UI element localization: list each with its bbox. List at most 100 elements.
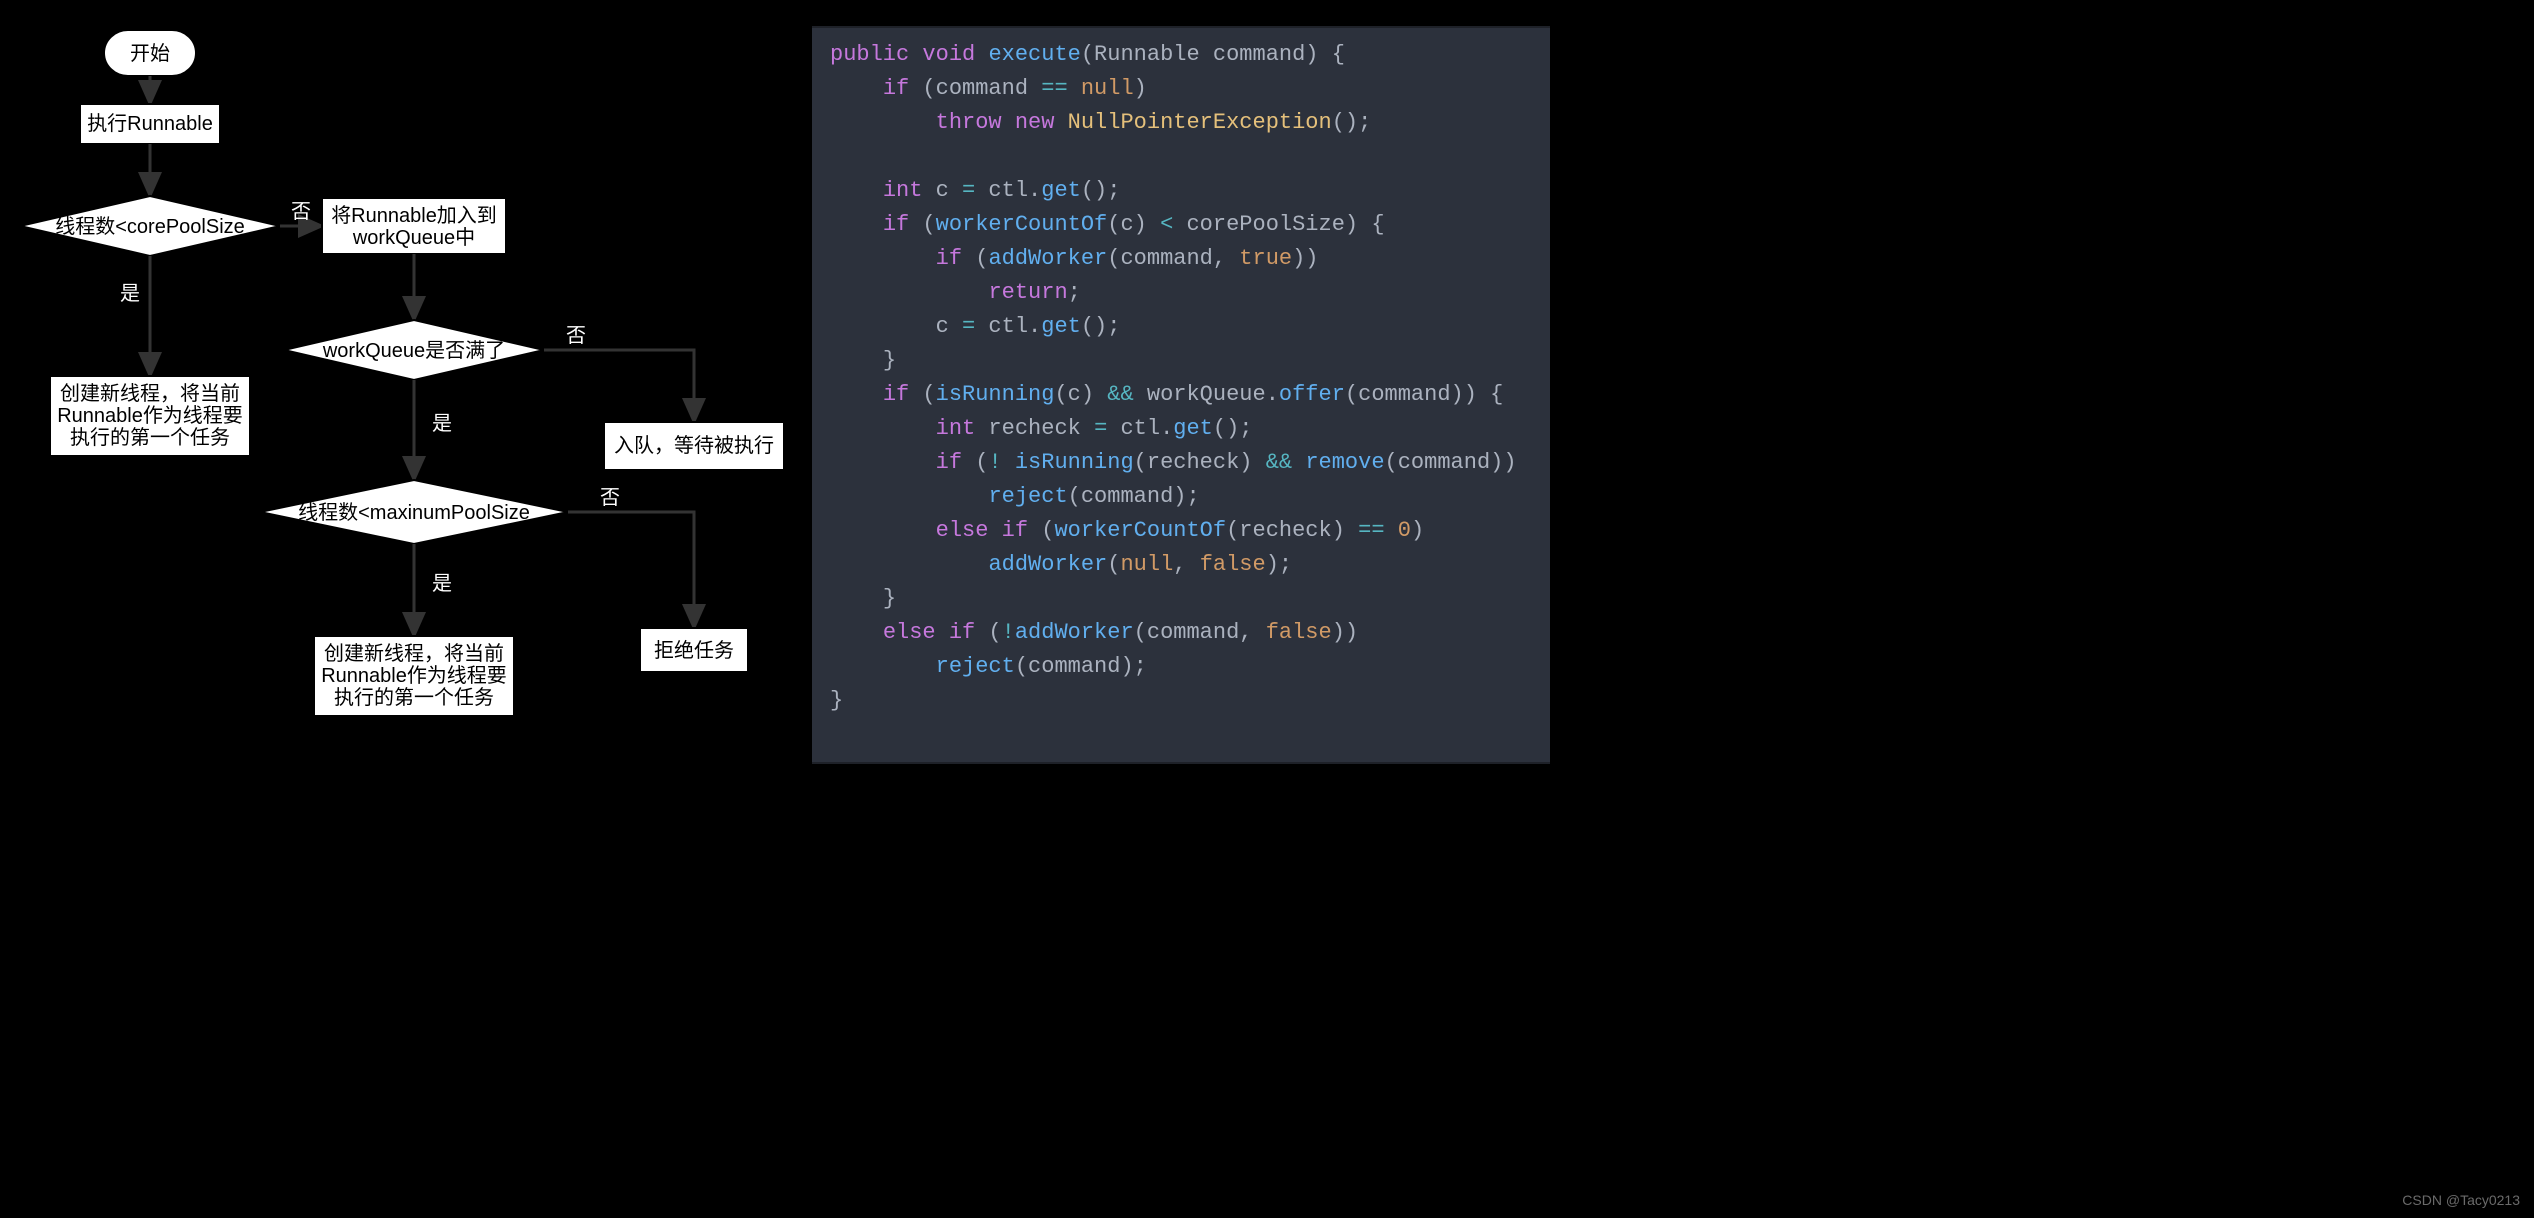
t19b: (command); [1015,654,1147,679]
fn-reject-2: reject [936,654,1015,679]
t13d [1002,450,1015,475]
brace-2: } [883,586,896,611]
fn-wco-2: workerCountOf [1054,518,1226,543]
t13j: (command)) [1385,450,1517,475]
cls-npe: NullPointerException [1068,110,1332,135]
op-and-1: && [1107,382,1133,407]
op-eq-2: == [1358,518,1384,543]
kw-new: new [1015,110,1055,135]
t13h [1292,450,1305,475]
d1-yes: 是 [120,283,140,305]
node-decision-corepool: 线程数<corePoolSize [20,196,280,256]
op-asg-1: = [962,178,975,203]
fn-remove: remove [1305,450,1384,475]
brace-1: } [883,348,896,373]
d1-label: 线程数<corePoolSize [55,215,245,238]
brace-end: } [830,688,843,713]
p2l2: Runnable作为线程要 [321,664,507,687]
t3d: (); [1332,110,1372,135]
t14b: (command); [1068,484,1200,509]
false-1: false [1200,552,1266,577]
kw-elseif-2: else if [883,620,975,645]
t11h: (command)) { [1345,382,1503,407]
enq1: 将Runnable加入到 [331,204,497,227]
t15b: ( [1028,518,1054,543]
d3-yes: 是 [432,573,452,595]
fn-get-3: get [1173,416,1213,441]
t9e: (); [1081,314,1121,339]
node-enqueue: 将Runnable加入到 workQueue中 [322,198,506,254]
t15d: (recheck) [1226,518,1358,543]
fn-isrun-1: isRunning [936,382,1055,407]
enq2: workQueue中 [352,226,475,249]
t7d: (command, [1107,246,1239,271]
t11b: ( [909,382,935,407]
p2l3: 执行的第一个任务 [334,686,494,709]
node-wait: 入队，等待被执行 [604,422,784,470]
fn-get-1: get [1041,178,1081,203]
kw-if-2: if [883,212,909,237]
kw-return: return [988,280,1067,305]
reject-label: 拒绝任务 [654,639,734,662]
t13f: (recheck) [1134,450,1266,475]
t9c: ctl. [975,314,1041,339]
kw-if-4: if [883,382,909,407]
kw-elseif-1: else if [936,518,1028,543]
fn-reject-1: reject [988,484,1067,509]
kw-if-3: if [936,246,962,271]
node-decision-queuefull: workQueue是否满了 [284,320,544,380]
t5b: c [922,178,962,203]
node-start: 开始 [104,30,196,76]
op-not-1: ! [988,450,1001,475]
kw-int-1: int [883,178,923,203]
p1l1: 创建新线程，将当前 [60,382,240,405]
d3-no: 否 [600,487,620,509]
op-eq: == [1041,76,1067,101]
t12b: recheck [975,416,1094,441]
t2d [1068,76,1081,101]
fn-execute: execute [988,42,1080,67]
fn-isrun-2: isRunning [1015,450,1134,475]
p1l2: Runnable作为线程要 [57,404,243,427]
kw-if-1: if [883,76,909,101]
kw-void: void [922,42,975,67]
t5f: (); [1081,178,1121,203]
op-asg-3: = [1094,416,1107,441]
t6d: (c) [1107,212,1160,237]
op-and-2: && [1266,450,1292,475]
op-lt: < [1160,212,1173,237]
t16b: ( [1107,552,1120,577]
fn-get-2: get [1041,314,1081,339]
fn-addw-3: addWorker [1015,620,1134,645]
watermark: CSDN @Tacy0213 [2402,1192,2520,1208]
t7f: )) [1292,246,1318,271]
d1-no: 否 [291,201,311,223]
start-label: 开始 [130,42,170,65]
kw-public: public [830,42,909,67]
d2-yes: 是 [432,413,452,435]
t16d: , [1173,552,1199,577]
t18b: ( [975,620,1001,645]
null-1: null [1081,76,1134,101]
t11d: (c) [1054,382,1107,407]
t2b: (command [909,76,1041,101]
t8b: ; [1068,280,1081,305]
node-reject: 拒绝任务 [640,628,748,672]
null-2: null [1120,552,1173,577]
d3-label: 线程数<maxinumPoolSize [298,501,530,524]
t11f: workQueue. [1134,382,1279,407]
kw-throw: throw [936,110,1002,135]
t15f [1385,518,1398,543]
t18g: )) [1332,620,1358,645]
t12f: (); [1213,416,1253,441]
node-create-worker-1: 创建新线程，将当前 Runnable作为线程要 执行的第一个任务 [50,376,250,456]
t6b: ( [909,212,935,237]
fn-wco-1: workerCountOf [936,212,1108,237]
wait-label: 入队，等待被执行 [614,434,774,457]
true-1: true [1239,246,1292,271]
d2-label: workQueue是否满了 [322,339,505,362]
p1l3: 执行的第一个任务 [70,426,230,449]
d2-no: 否 [566,325,586,347]
op-not-2: ! [1002,620,1015,645]
false-2: false [1266,620,1332,645]
